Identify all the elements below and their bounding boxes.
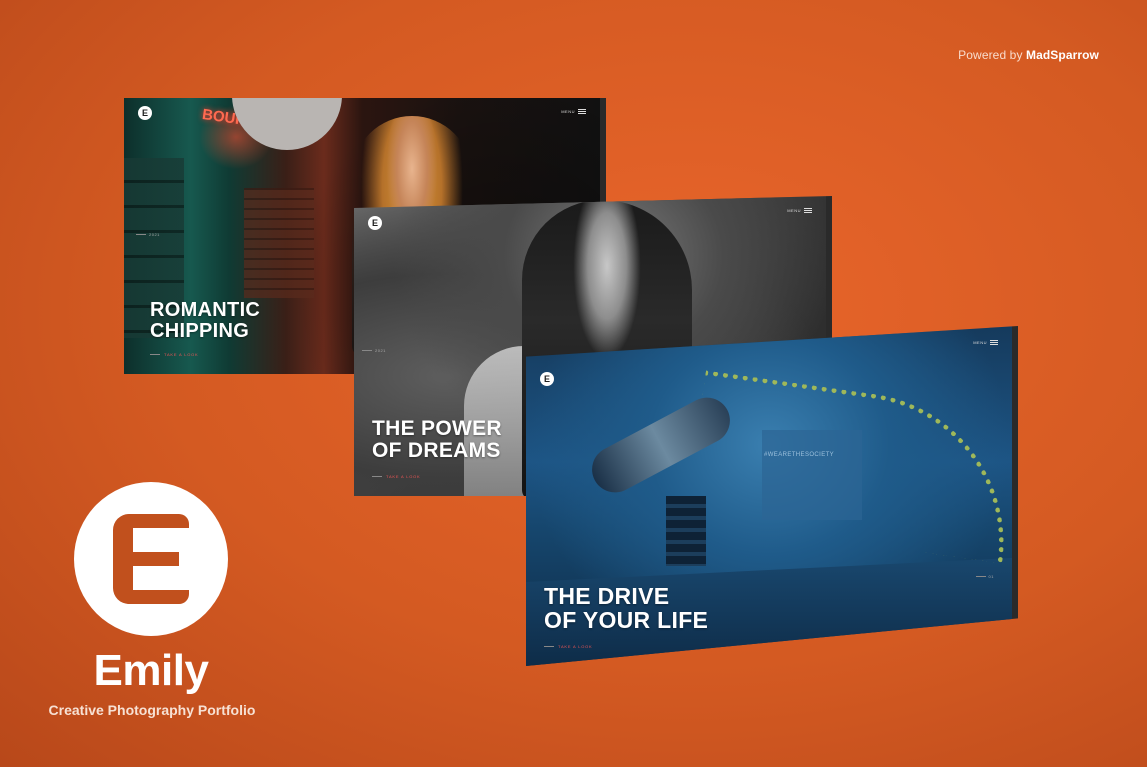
card-title-line1: THE POWER <box>372 417 502 440</box>
site-logo-icon[interactable]: E <box>540 372 554 386</box>
card-title-line2: CHIPPING <box>150 320 250 342</box>
hamburger-icon <box>990 340 998 345</box>
brand-tagline: Creative Photography Portfolio <box>48 702 256 718</box>
card-title-line1: THE DRIVE <box>544 583 670 609</box>
menu-button[interactable]: MENU <box>973 340 998 345</box>
menu-label: MENU <box>561 109 575 114</box>
menu-label: MENU <box>973 340 987 345</box>
menu-button[interactable]: MENU <box>787 208 812 213</box>
menu-label: MENU <box>787 208 801 213</box>
card-title: THE DRIVE OF YOUR LIFE <box>544 584 708 632</box>
slide-number: 2021 <box>136 232 160 237</box>
slide-number: 01 <box>976 574 994 579</box>
powered-by-prefix: Powered by <box>958 48 1023 62</box>
battle-rope <box>685 370 1012 564</box>
hamburger-icon <box>804 208 812 213</box>
take-a-look-link[interactable]: TAKE A LOOK <box>372 474 421 479</box>
card-title-line1: ROMANTIC <box>150 299 261 321</box>
powered-by: Powered by MadSparrow <box>958 48 1099 62</box>
hamburger-icon <box>578 109 586 114</box>
card-title: THE POWER OF DREAMS <box>372 417 502 463</box>
preview-card-drive-of-your-life: #WEARETHESOCIETY E MENU 01 THE DRIVE OF … <box>526 326 1018 666</box>
slide-number: 2021 <box>362 348 386 353</box>
brand-name: Emily <box>93 646 209 695</box>
brick-wall <box>244 188 314 298</box>
brand-logo-icon <box>74 482 228 636</box>
brand-e-icon <box>113 514 189 604</box>
card-title-line2: OF DREAMS <box>372 439 501 463</box>
site-logo-icon[interactable]: E <box>368 216 382 230</box>
site-logo-icon[interactable]: E <box>138 106 152 120</box>
card-title: ROMANTIC CHIPPING <box>150 300 260 342</box>
menu-button[interactable]: MENU <box>561 109 586 114</box>
take-a-look-link[interactable]: TAKE A LOOK <box>150 352 199 357</box>
powered-by-name[interactable]: MadSparrow <box>1026 48 1099 62</box>
card-title-line2: OF YOUR LIFE <box>544 607 709 634</box>
take-a-look-link[interactable]: TAKE A LOOK <box>544 644 593 649</box>
